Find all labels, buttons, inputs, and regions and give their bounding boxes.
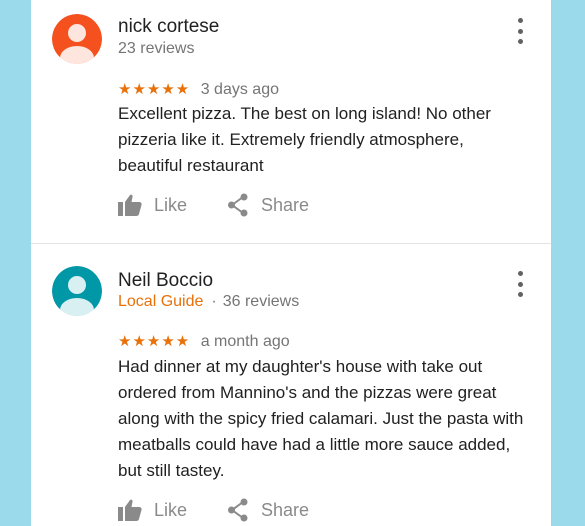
share-button[interactable]: Share	[227, 498, 309, 522]
review-time: a month ago	[200, 333, 290, 350]
review-item: nick cortese 23 reviews ★★★★★ 3 days ago…	[31, 0, 551, 243]
star-rating: ★★★★★	[118, 333, 191, 350]
share-icon	[228, 498, 248, 522]
reviewer-name[interactable]: Neil Boccio	[118, 270, 213, 292]
rating-row: ★★★★★ 3 days ago	[118, 80, 279, 99]
rating-row: ★★★★★ a month ago	[118, 332, 290, 351]
avatar[interactable]	[52, 14, 102, 64]
reviewer-review-count: 36 reviews	[222, 293, 300, 310]
share-icon	[228, 193, 248, 217]
share-button[interactable]: Share	[227, 193, 309, 217]
review-time: 3 days ago	[200, 81, 279, 98]
more-options-button[interactable]	[513, 271, 527, 297]
review-text: Had dinner at my daughter's house with t…	[118, 357, 524, 480]
avatar-person-icon	[52, 14, 102, 64]
like-label: Like	[154, 194, 188, 215]
more-vert-icon	[517, 271, 523, 276]
share-label: Share	[261, 194, 310, 215]
like-label: Like	[154, 499, 188, 520]
star-rating: ★★★★★	[118, 81, 191, 98]
review-actions: Like Share	[118, 193, 309, 217]
reviewer-name[interactable]: nick cortese	[118, 16, 219, 38]
review-text: Excellent pizza. The best on long island…	[118, 104, 491, 175]
review-item: Neil Boccio Local Guide · 36 reviews ★★★★★…	[31, 244, 551, 526]
review-actions: Like Share	[118, 498, 309, 522]
reviewer-meta: Local Guide · 36 reviews	[118, 293, 299, 311]
like-button[interactable]: Like	[118, 194, 187, 216]
like-button[interactable]: Like	[118, 499, 187, 521]
meta-separator: ·	[211, 293, 217, 310]
avatar[interactable]	[52, 266, 102, 316]
reviewer-review-count: 23 reviews	[118, 40, 195, 57]
reviews-card: nick cortese 23 reviews ★★★★★ 3 days ago…	[31, 0, 551, 526]
local-guide-badge[interactable]: Local Guide	[118, 293, 203, 310]
share-label: Share	[261, 499, 310, 520]
more-vert-icon	[517, 18, 523, 23]
thumb-up-icon	[118, 499, 142, 521]
avatar-person-icon	[52, 266, 102, 316]
thumb-up-icon	[118, 194, 142, 216]
more-options-button[interactable]	[513, 18, 527, 44]
